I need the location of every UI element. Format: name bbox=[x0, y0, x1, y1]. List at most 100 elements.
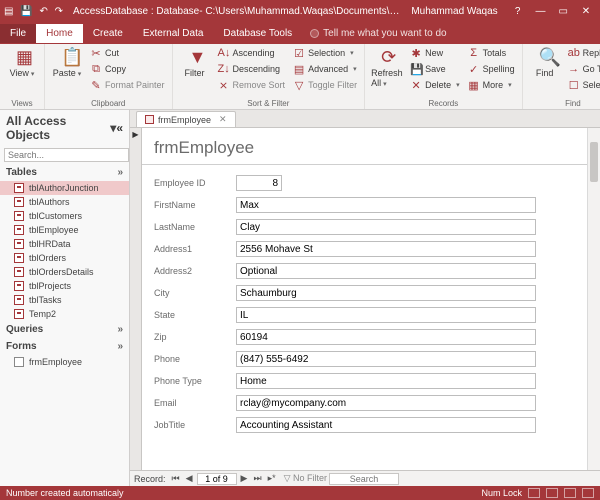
nav-search: 🔍 bbox=[0, 146, 129, 164]
close-tab-icon[interactable]: ✕ bbox=[219, 114, 227, 125]
cat-queries[interactable]: Queries bbox=[0, 321, 129, 338]
minimize-button[interactable]: — bbox=[530, 6, 550, 17]
field-city[interactable] bbox=[236, 285, 536, 301]
document-tabs: frmEmployee ✕ bbox=[130, 110, 600, 128]
advanced-button[interactable]: ▤Advanced bbox=[292, 62, 358, 76]
nav-item-tblprojects[interactable]: tblProjects bbox=[0, 279, 129, 293]
cat-tables[interactable]: Tables bbox=[0, 164, 129, 181]
ribbon: ▦ View Views 📋 Paste ✂Cut ⧉Copy ✎Format … bbox=[0, 44, 600, 110]
recnav-last-button[interactable]: ⏭ bbox=[251, 473, 263, 484]
field-lastname[interactable] bbox=[236, 219, 536, 235]
remove-sort-button[interactable]: ⨯Remove Sort bbox=[217, 78, 287, 92]
field-phonetype[interactable] bbox=[236, 373, 536, 389]
refresh-all-button[interactable]: ⟳ Refresh All bbox=[371, 46, 403, 88]
nav-item-tblhrdata[interactable]: tblHRData bbox=[0, 237, 129, 251]
more-button[interactable]: ▦More bbox=[467, 78, 516, 92]
tab-database-tools[interactable]: Database Tools bbox=[213, 24, 302, 43]
new-record-button[interactable]: ✱New bbox=[409, 46, 461, 60]
toggle-filter-button[interactable]: ▽Toggle Filter bbox=[292, 78, 358, 92]
record-selector[interactable]: ▶ bbox=[130, 128, 142, 470]
selection-button[interactable]: ☑Selection bbox=[292, 46, 358, 60]
save-record-button[interactable]: 💾Save bbox=[409, 62, 461, 76]
delete-record-button[interactable]: ✕Delete bbox=[409, 78, 461, 92]
recnav-filter[interactable]: ▽ No Filter bbox=[284, 473, 327, 484]
nav-item-tblcustomers[interactable]: tblCustomers bbox=[0, 209, 129, 223]
label-state: State bbox=[154, 310, 230, 320]
refresh-icon: ⟳ bbox=[381, 48, 393, 66]
paste-button[interactable]: 📋 Paste bbox=[51, 46, 83, 78]
recnav-label: Record: bbox=[134, 474, 166, 484]
tab-file[interactable]: File bbox=[0, 24, 36, 43]
replace-button[interactable]: abReplace bbox=[567, 46, 600, 60]
table-icon bbox=[14, 253, 24, 263]
view-form-icon[interactable] bbox=[528, 488, 540, 498]
nav-item-tblordersdetails[interactable]: tblOrdersDetails bbox=[0, 265, 129, 279]
nav-item-temp2[interactable]: Temp2 bbox=[0, 307, 129, 321]
table-icon bbox=[14, 309, 24, 319]
doc-tab-frmemployee[interactable]: frmEmployee ✕ bbox=[136, 111, 236, 127]
spelling-button[interactable]: ✓Spelling bbox=[467, 62, 516, 76]
help-icon[interactable]: ? bbox=[508, 6, 528, 17]
view-icon: ▦ bbox=[16, 48, 28, 66]
goto-button[interactable]: →Go To bbox=[567, 62, 600, 76]
form-scroll: ▶ frmEmployee Employee ID FirstName Last… bbox=[130, 128, 600, 470]
field-zip[interactable] bbox=[236, 329, 536, 345]
scroll-thumb[interactable] bbox=[590, 142, 598, 182]
field-phone[interactable] bbox=[236, 351, 536, 367]
redo-qat-icon[interactable]: ↷ bbox=[55, 6, 63, 17]
nav-item-tbltasks[interactable]: tblTasks bbox=[0, 293, 129, 307]
group-views: ▦ View Views bbox=[0, 44, 45, 109]
totals-button[interactable]: ΣTotals bbox=[467, 46, 516, 60]
nav-item-frmemployee[interactable]: frmEmployee bbox=[0, 355, 129, 369]
nav-item-tblemployee[interactable]: tblEmployee bbox=[0, 223, 129, 237]
maximize-button[interactable]: ▭ bbox=[553, 6, 573, 17]
cut-button[interactable]: ✂Cut bbox=[89, 46, 166, 60]
recnav-position[interactable] bbox=[197, 473, 237, 485]
field-firstname[interactable] bbox=[236, 197, 536, 213]
tell-me[interactable]: Tell me what you want to do bbox=[310, 28, 446, 39]
field-employee-id[interactable] bbox=[236, 175, 282, 191]
view-layout-icon[interactable] bbox=[564, 488, 576, 498]
tab-external-data[interactable]: External Data bbox=[133, 24, 214, 43]
view-design-icon[interactable] bbox=[582, 488, 594, 498]
filter-button[interactable]: ▼ Filter bbox=[179, 46, 211, 78]
cat-forms[interactable]: Forms bbox=[0, 338, 129, 355]
field-email[interactable] bbox=[236, 395, 536, 411]
recnav-search[interactable] bbox=[329, 473, 399, 485]
tab-home[interactable]: Home bbox=[36, 24, 83, 43]
select-button[interactable]: ☐Select bbox=[567, 78, 600, 92]
tab-create[interactable]: Create bbox=[83, 24, 133, 43]
recnav-first-button[interactable]: ⏮ bbox=[170, 473, 182, 484]
replace-icon: ab bbox=[568, 47, 580, 59]
find-button[interactable]: 🔍 Find bbox=[529, 46, 561, 78]
label-email: Email bbox=[154, 398, 230, 408]
field-state[interactable] bbox=[236, 307, 536, 323]
nav-item-tblauthorjunction[interactable]: tblAuthorJunction bbox=[0, 181, 129, 195]
format-painter-button[interactable]: ✎Format Painter bbox=[89, 78, 166, 92]
sort-desc-button[interactable]: Z↓Descending bbox=[217, 62, 287, 76]
undo-qat-icon[interactable]: ↶ bbox=[39, 6, 47, 17]
nav-collapse-icon[interactable] bbox=[116, 121, 123, 135]
nav-item-tblorders[interactable]: tblOrders bbox=[0, 251, 129, 265]
label-phonetype: Phone Type bbox=[154, 376, 230, 386]
view-button[interactable]: ▦ View bbox=[6, 46, 38, 78]
sort-asc-button[interactable]: A↓Ascending bbox=[217, 46, 287, 60]
field-jobtitle[interactable] bbox=[236, 417, 536, 433]
nav-search-input[interactable] bbox=[4, 148, 129, 162]
copy-button[interactable]: ⧉Copy bbox=[89, 62, 166, 76]
recnav-prev-button[interactable]: ◀ bbox=[184, 473, 195, 484]
user-name[interactable]: Muhammad Waqas bbox=[411, 6, 497, 17]
recnav-next-button[interactable]: ▶ bbox=[239, 473, 250, 484]
chevron-icon bbox=[117, 167, 123, 178]
nav-header[interactable]: All Access Objects ▾ bbox=[0, 110, 129, 146]
record-navigator: Record: ⏮ ◀ ▶ ⏭ ▸* ▽ No Filter bbox=[130, 470, 600, 486]
close-button[interactable]: ✕ bbox=[576, 6, 596, 17]
view-datasheet-icon[interactable] bbox=[546, 488, 558, 498]
field-address2[interactable] bbox=[236, 263, 536, 279]
nav-item-tblauthors[interactable]: tblAuthors bbox=[0, 195, 129, 209]
field-address1[interactable] bbox=[236, 241, 536, 257]
status-message: Number created automaticaly bbox=[6, 488, 124, 498]
save-qat-icon[interactable]: 💾 bbox=[20, 6, 32, 17]
recnav-new-button[interactable]: ▸* bbox=[266, 473, 278, 484]
vertical-scrollbar[interactable] bbox=[587, 128, 600, 470]
